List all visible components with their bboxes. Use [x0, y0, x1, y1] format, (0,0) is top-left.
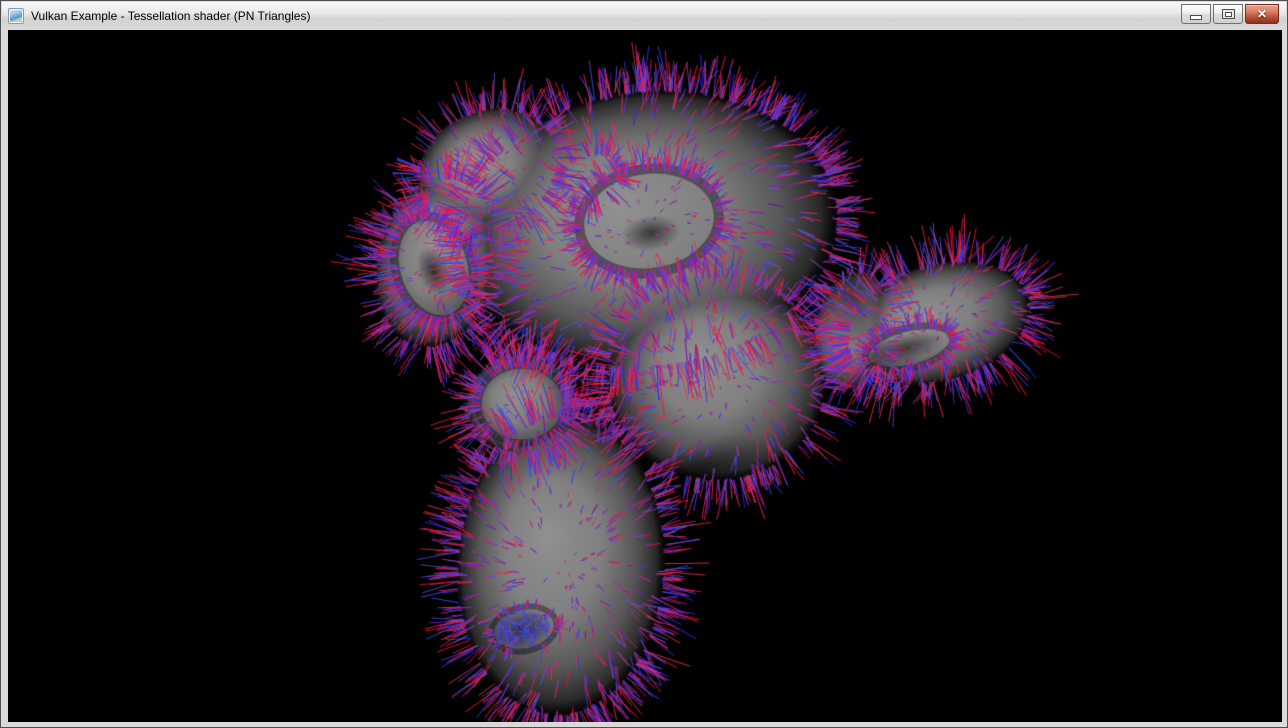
close-icon: ✕: [1257, 8, 1267, 20]
minimize-button[interactable]: [1181, 4, 1211, 24]
app-window: Vulkan Example - Tessellation shader (PN…: [0, 0, 1288, 728]
window-controls: ✕: [1179, 4, 1279, 24]
minimize-icon: [1190, 15, 1202, 20]
maximize-button[interactable]: [1213, 4, 1243, 24]
render-viewport: [8, 30, 1282, 722]
window-title: Vulkan Example - Tessellation shader (PN…: [31, 9, 310, 24]
close-button[interactable]: ✕: [1245, 4, 1279, 24]
vulkan-render-canvas[interactable]: [8, 30, 1282, 722]
titlebar[interactable]: Vulkan Example - Tessellation shader (PN…: [2, 2, 1286, 30]
application-icon: [8, 8, 24, 24]
maximize-icon: [1222, 9, 1235, 19]
